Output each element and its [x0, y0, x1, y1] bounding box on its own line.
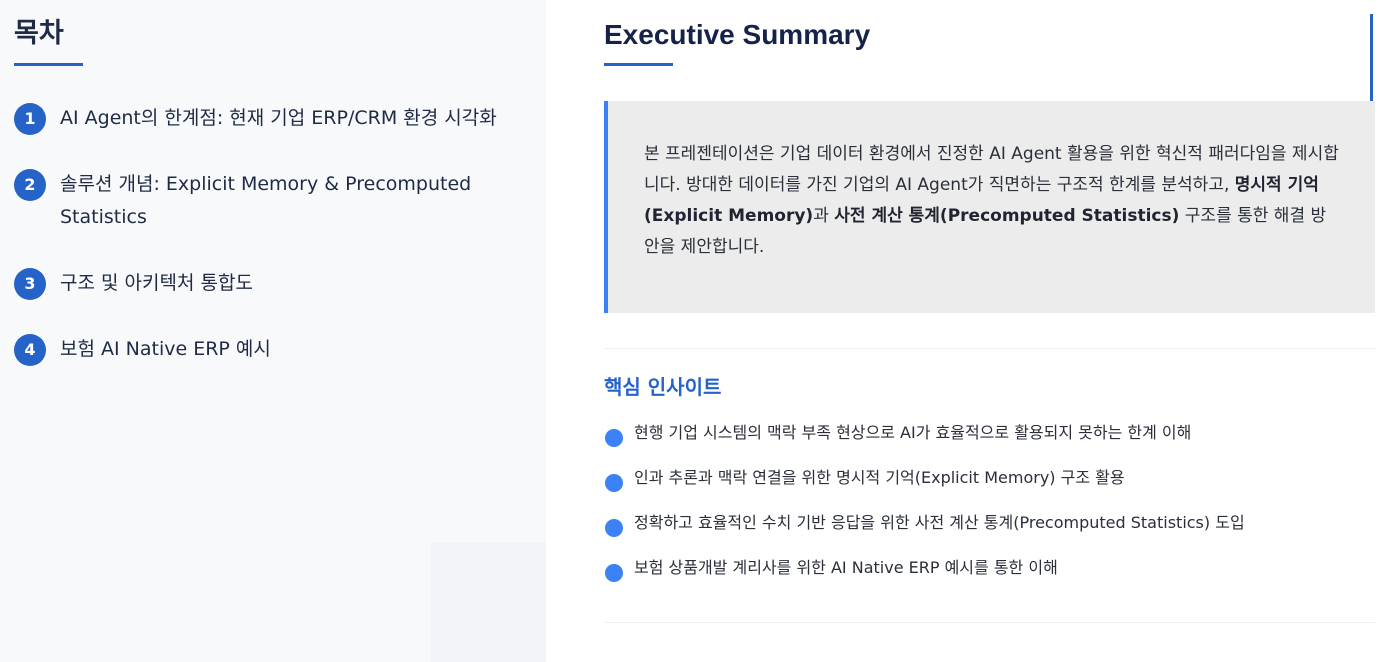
section-divider — [604, 622, 1375, 623]
insight-text: 현행 기업 시스템의 맥락 부족 현상으로 AI가 효율적으로 활용되지 못하는… — [634, 423, 1192, 442]
toc-panel: 목차 1 AI Agent의 한계점: 현재 기업 ERP/CRM 환경 시각화… — [0, 0, 546, 662]
insights-title: 핵심 인사이트 — [604, 375, 722, 399]
insights-list: 현행 기업 시스템의 맥락 부족 현상으로 AI가 효율적으로 활용되지 못하는… — [604, 420, 1364, 600]
insight-item: 정확하고 효율적인 수치 기반 응답을 위한 사전 계산 통계(Precompu… — [604, 510, 1364, 555]
toc-item-label: 구조 및 아키텍처 통합도 — [60, 272, 253, 294]
bullet-dot-icon — [605, 519, 623, 537]
summary-box: 본 프레젠테이션은 기업 데이터 환경에서 진정한 AI Agent 활용을 위… — [604, 101, 1375, 313]
bullet-dot-icon — [605, 429, 623, 447]
toc-item-2[interactable]: 2 솔루션 개념: Explicit Memory & Precomputed … — [14, 168, 504, 234]
decorative-block — [431, 542, 546, 662]
toc-number-badge: 1 — [14, 103, 46, 135]
insight-text: 보험 상품개발 계리사를 위한 AI Native ERP 예시를 통한 이해 — [634, 558, 1058, 577]
toc-item-label: 보험 AI Native ERP 예시 — [60, 338, 271, 360]
toc-number-badge: 2 — [14, 169, 46, 201]
summary-bold-precomputed-statistics: 사전 계산 통계(Precomputed Statistics) — [834, 206, 1180, 226]
bullet-dot-icon — [605, 474, 623, 492]
toc-title: 목차 — [14, 18, 64, 49]
toc-item-3[interactable]: 3 구조 및 아키텍처 통합도 — [14, 267, 504, 300]
summary-text-part-2: 과 — [813, 206, 835, 226]
bullet-dot-icon — [605, 564, 623, 582]
toc-number-badge: 4 — [14, 334, 46, 366]
insight-text: 정확하고 효율적인 수치 기반 응답을 위한 사전 계산 통계(Precompu… — [634, 513, 1245, 532]
insight-item: 현행 기업 시스템의 맥락 부족 현상으로 AI가 효율적으로 활용되지 못하는… — [604, 420, 1364, 465]
page-title-underline — [604, 63, 673, 66]
toc-list: 1 AI Agent의 한계점: 현재 기업 ERP/CRM 환경 시각화 2 … — [14, 102, 504, 399]
toc-number-badge: 3 — [14, 268, 46, 300]
page: 목차 1 AI Agent의 한계점: 현재 기업 ERP/CRM 환경 시각화… — [0, 0, 1386, 662]
insight-text: 인과 추론과 맥락 연결을 위한 명시적 기억(Explicit Memory)… — [634, 468, 1125, 487]
insight-item: 보험 상품개발 계리사를 위한 AI Native ERP 예시를 통한 이해 — [604, 555, 1364, 600]
toc-item-label: AI Agent의 한계점: 현재 기업 ERP/CRM 환경 시각화 — [60, 107, 497, 129]
section-divider — [604, 348, 1375, 349]
toc-title-underline — [14, 63, 83, 66]
toc-item-1[interactable]: 1 AI Agent의 한계점: 현재 기업 ERP/CRM 환경 시각화 — [14, 102, 504, 135]
summary-text: 본 프레젠테이션은 기업 데이터 환경에서 진정한 AI Agent 활용을 위… — [644, 139, 1341, 263]
page-title: Executive Summary — [604, 19, 871, 50]
toc-item-4[interactable]: 4 보험 AI Native ERP 예시 — [14, 333, 504, 366]
insight-item: 인과 추론과 맥락 연결을 위한 명시적 기억(Explicit Memory)… — [604, 465, 1364, 510]
toc-item-label: 솔루션 개념: Explicit Memory & Precomputed St… — [60, 173, 472, 228]
